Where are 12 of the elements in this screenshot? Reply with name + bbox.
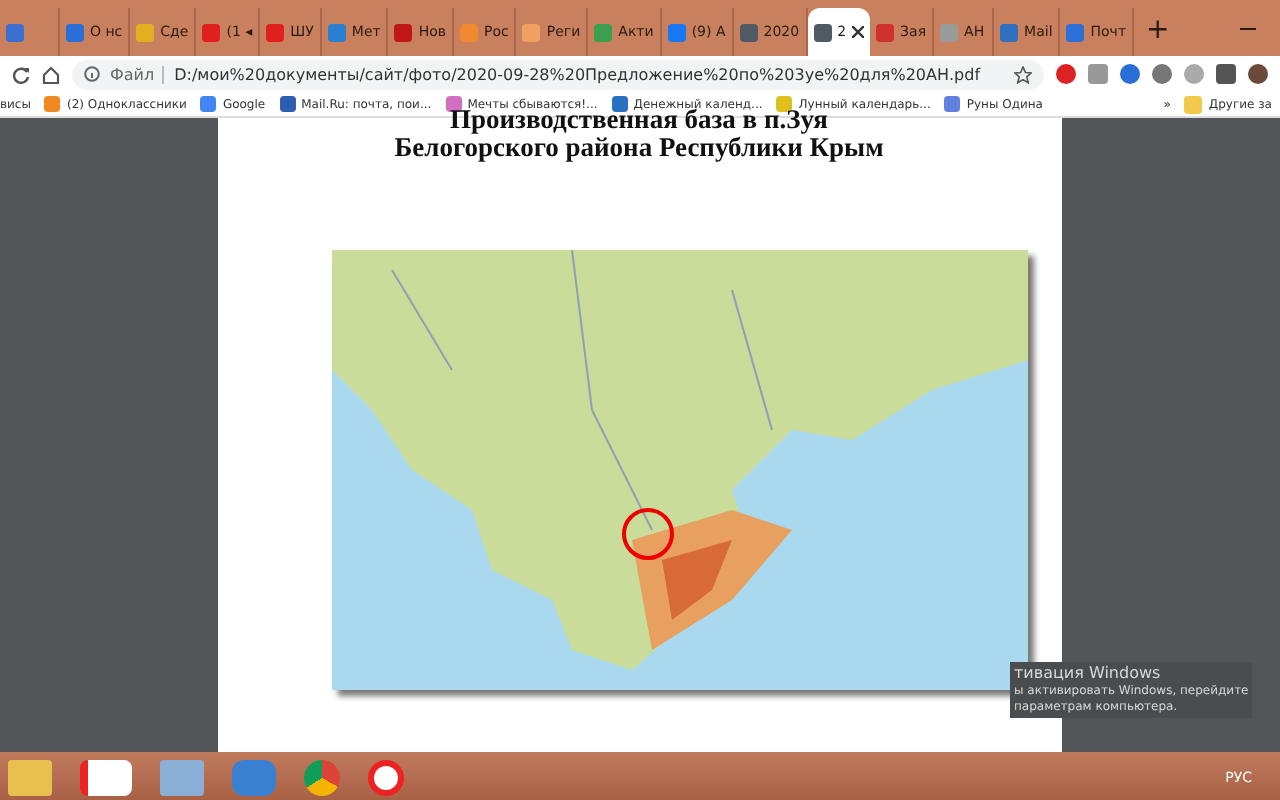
home-icon[interactable] bbox=[42, 65, 60, 83]
info-icon bbox=[84, 66, 100, 82]
document-title: Белогорского района Республики Крым bbox=[394, 134, 884, 162]
address-bar[interactable]: Файл D:/мои%20документы/сайт/фото/2020-09-28%20Предложение%20по%203уе%20для%20АН.pdf bbox=[72, 59, 1044, 89]
minimize-icon[interactable] bbox=[1240, 27, 1256, 29]
close-icon[interactable] bbox=[852, 26, 865, 38]
scheme-label: Файл bbox=[110, 65, 165, 83]
url-text: D:/мои%20документы/сайт/фото/2020-09-28%20Предложение%20по%203уе%20для%20АН.pdf bbox=[174, 65, 983, 83]
reload-icon[interactable] bbox=[12, 65, 30, 83]
star-icon[interactable] bbox=[1014, 65, 1032, 83]
new-tab-button[interactable]: + bbox=[1146, 8, 1170, 56]
folder-icon bbox=[1184, 95, 1203, 113]
